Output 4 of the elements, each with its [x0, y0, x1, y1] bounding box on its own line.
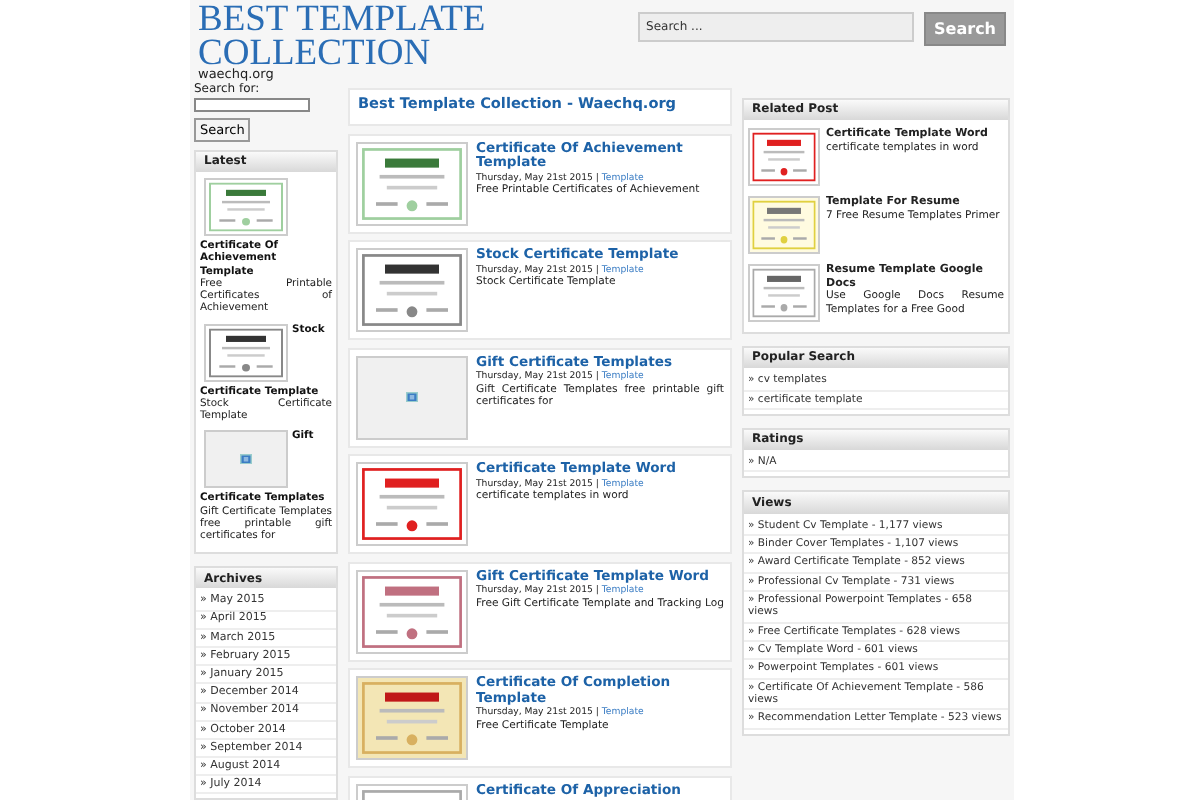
broken-image-icon: [240, 454, 252, 465]
broken-image-icon: [406, 391, 418, 403]
search-field[interactable]: [194, 97, 310, 112]
site-title[interactable]: BEST TEMPLATE COLLECTION: [198, 4, 538, 70]
